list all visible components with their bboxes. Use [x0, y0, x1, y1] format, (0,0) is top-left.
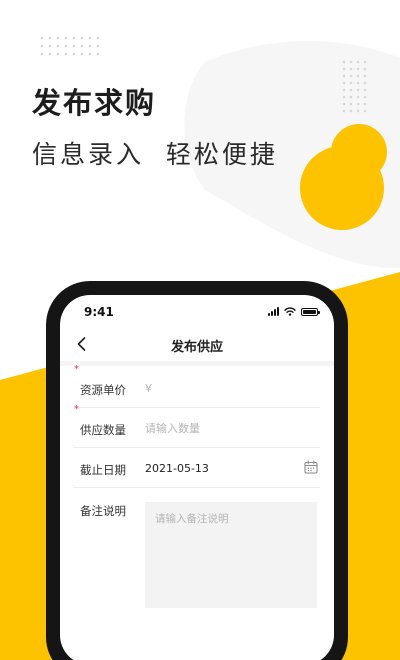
decor-dot [64, 36, 68, 40]
deadline-row[interactable]: 截止日期 2021-05-13 [74, 448, 320, 488]
decor-dot [356, 67, 360, 71]
promo-subline: 信息录入 轻松便捷 [32, 140, 278, 169]
decor-dot [88, 44, 92, 48]
decor-dot [48, 44, 52, 48]
decor-dot [363, 109, 367, 113]
promo-headline: 发布求购 [32, 86, 157, 120]
decor-dot [40, 44, 44, 48]
decor-dot [72, 44, 76, 48]
status-time: 9:41 [84, 305, 114, 319]
decor-dot [56, 52, 60, 56]
decor-dot [363, 95, 367, 99]
section-divider [60, 361, 334, 366]
decor-dot [56, 44, 60, 48]
decor-dot [72, 36, 76, 40]
decor-dot [356, 102, 360, 106]
decor-dot [349, 74, 353, 78]
decor-dot [88, 36, 92, 40]
price-label: 资源单价 [80, 383, 126, 397]
yellow-circle-top [331, 124, 387, 180]
decor-dot [363, 81, 367, 85]
required-mark: * [74, 404, 79, 415]
decor-dot [363, 67, 367, 71]
decor-dot [342, 88, 346, 92]
decor-dot [342, 81, 346, 85]
decor-dot [80, 44, 84, 48]
decor-dot [342, 60, 346, 64]
decor-dot [363, 74, 367, 78]
decor-dot [342, 95, 346, 99]
decor-dot [342, 74, 346, 78]
decor-dot [342, 102, 346, 106]
decor-dot [40, 52, 44, 56]
decor-dot [349, 109, 353, 113]
decor-dot [342, 67, 346, 71]
deadline-label: 截止日期 [80, 463, 126, 477]
calendar-icon[interactable] [304, 460, 318, 474]
decor-dot [40, 36, 44, 40]
decor-dot [64, 44, 68, 48]
required-mark: * [74, 364, 79, 375]
decor-dot [356, 74, 360, 78]
decor-dot [64, 52, 68, 56]
signal-icon [268, 307, 279, 316]
status-bar: 9:41 [60, 295, 334, 329]
decor-dot [80, 36, 84, 40]
wifi-icon [284, 307, 296, 316]
remark-textarea[interactable] [145, 502, 317, 608]
dot-grid-top [40, 36, 100, 56]
decor-dot [356, 81, 360, 85]
decor-dot [356, 60, 360, 64]
decor-dot [356, 88, 360, 92]
decor-dot [56, 36, 60, 40]
decor-dot [349, 67, 353, 71]
decor-dot [342, 109, 346, 113]
nav-bar: 发布供应 [60, 329, 334, 361]
decor-dot [349, 60, 353, 64]
decor-dot [96, 44, 100, 48]
decor-dot [88, 52, 92, 56]
quantity-row: * 供应数量 [74, 404, 320, 448]
decor-dot [356, 109, 360, 113]
quantity-input[interactable] [145, 416, 295, 440]
deadline-value[interactable]: 2021-05-13 [145, 462, 209, 475]
price-row: * 资源单价 [74, 364, 320, 408]
page-title: 发布供应 [170, 340, 223, 355]
decor-dot [363, 88, 367, 92]
decor-dot [96, 52, 100, 56]
decor-dot [349, 102, 353, 106]
decor-dot [349, 81, 353, 85]
battery-icon [301, 308, 320, 316]
decor-dot [356, 95, 360, 99]
status-icons [268, 307, 320, 316]
decor-dot [349, 88, 353, 92]
decor-dot [48, 52, 52, 56]
decor-dot [363, 60, 367, 64]
quantity-label: 供应数量 [80, 423, 126, 437]
decor-dot [80, 52, 84, 56]
price-input[interactable] [145, 376, 295, 400]
decor-dot [48, 36, 52, 40]
decor-dot [96, 36, 100, 40]
decor-dot [349, 95, 353, 99]
remark-label: 备注说明 [80, 504, 126, 518]
decor-dot [72, 52, 76, 56]
phone-screen: 9:41 发布供应 * 资源单价 * 供应数量 截止日期 202 [60, 295, 334, 660]
decor-dot [363, 102, 367, 106]
